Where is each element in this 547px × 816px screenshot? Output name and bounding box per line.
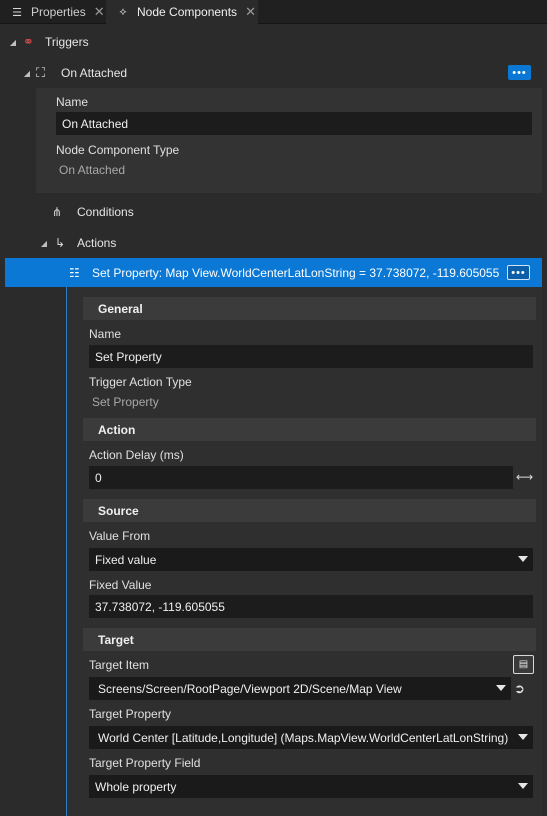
close-icon[interactable]: ✕	[245, 4, 256, 20]
conditions-icon: ⋔	[52, 205, 63, 219]
node-component-type-value: On Attached	[59, 163, 126, 177]
expand-arrow-icon[interactable]: ◢	[39, 239, 49, 248]
actions-icon: ↳	[55, 236, 66, 250]
properties-icon: ☰	[12, 6, 22, 19]
name-label: Name	[56, 95, 89, 109]
section-source[interactable]: Source	[83, 499, 536, 522]
tab-properties-label: Properties	[31, 5, 86, 19]
target-property-field-label: Target Property Field	[89, 756, 201, 770]
target-item-value: Screens/Screen/RootPage/Viewport 2D/Scen…	[98, 681, 402, 696]
value-from-select[interactable]: Fixed value	[89, 548, 533, 571]
target-property-select[interactable]: World Center [Latitude,Longitude] (Maps.…	[89, 726, 533, 749]
actions-label: Actions	[77, 236, 117, 250]
tree-item-set-property[interactable]: ☷ Set Property: Map View.WorldCenterLatL…	[5, 258, 542, 287]
triggers-icon: ⚭	[23, 34, 34, 49]
set-property-icon: ☷	[69, 265, 80, 280]
node-picker-icon[interactable]: ▤	[513, 655, 534, 674]
on-attached-more-button[interactable]: •••	[508, 65, 531, 80]
tree-item-conditions[interactable]: ⋔ Conditions	[52, 203, 134, 221]
chevron-down-icon	[518, 734, 528, 740]
section-action[interactable]: Action	[83, 418, 536, 441]
go-to-target-icon[interactable]: ➲	[514, 681, 525, 697]
chevron-down-icon	[518, 556, 528, 562]
node-components-icon: ⟡	[119, 5, 127, 18]
trigger-action-type-label: Trigger Action Type	[89, 375, 192, 389]
value-from-label: Value From	[89, 529, 151, 543]
drag-adjust-icon[interactable]: ⟷	[516, 470, 533, 484]
expand-arrow-icon[interactable]: ◢	[22, 69, 32, 78]
on-attached-label: On Attached	[61, 66, 128, 80]
target-property-field-value: Whole property	[95, 779, 177, 794]
target-item-label: Target Item	[89, 658, 150, 672]
chevron-down-icon	[518, 783, 528, 789]
node-component-type-label: Node Component Type	[56, 143, 180, 157]
expand-arrow-icon[interactable]: ◢	[8, 38, 18, 47]
trigger-action-type-value: Set Property	[92, 395, 159, 409]
target-property-value: World Center [Latitude,Longitude] (Maps.…	[98, 730, 509, 745]
tab-bar: ☰ Properties ✕ ⟡ Node Components ✕	[0, 0, 547, 24]
fixed-value-label: Fixed Value	[89, 578, 152, 592]
close-icon[interactable]: ✕	[94, 4, 105, 20]
set-property-more-button[interactable]: •••	[507, 265, 530, 280]
chevron-down-icon	[496, 685, 506, 691]
section-general[interactable]: General	[83, 297, 536, 320]
tree-item-actions[interactable]: ◢ ↳ Actions	[39, 234, 116, 252]
target-item-select[interactable]: Screens/Screen/RootPage/Viewport 2D/Scen…	[89, 677, 511, 700]
action-delay-field[interactable]: 0	[89, 466, 513, 489]
tree-item-triggers[interactable]: ◢ ⚭ Triggers	[8, 33, 89, 51]
general-name-label: Name	[89, 327, 122, 341]
target-property-field-select[interactable]: Whole property	[89, 775, 533, 798]
fixed-value-field[interactable]: 37.738072, -119.605055	[89, 595, 533, 618]
tab-properties[interactable]: ☰ Properties ✕	[0, 0, 106, 24]
section-target[interactable]: Target	[83, 628, 536, 651]
trigger-node-icon: ⛶	[36, 65, 46, 80]
value-from-value: Fixed value	[95, 552, 157, 567]
tab-node-components[interactable]: ⟡ Node Components ✕	[106, 0, 258, 24]
tab-node-components-label: Node Components	[137, 5, 238, 19]
target-property-label: Target Property	[89, 707, 172, 721]
triggers-label: Triggers	[45, 35, 89, 49]
set-property-label: Set Property: Map View.WorldCenterLatLon…	[92, 265, 500, 280]
general-name-field[interactable]: Set Property	[89, 345, 533, 368]
action-delay-label: Action Delay (ms)	[89, 448, 184, 462]
tree-item-on-attached[interactable]: ◢ ⛶ On Attached	[22, 64, 127, 82]
on-attached-name-field[interactable]: On Attached	[56, 112, 532, 135]
conditions-label: Conditions	[77, 205, 134, 219]
on-attached-properties-panel	[36, 88, 542, 193]
